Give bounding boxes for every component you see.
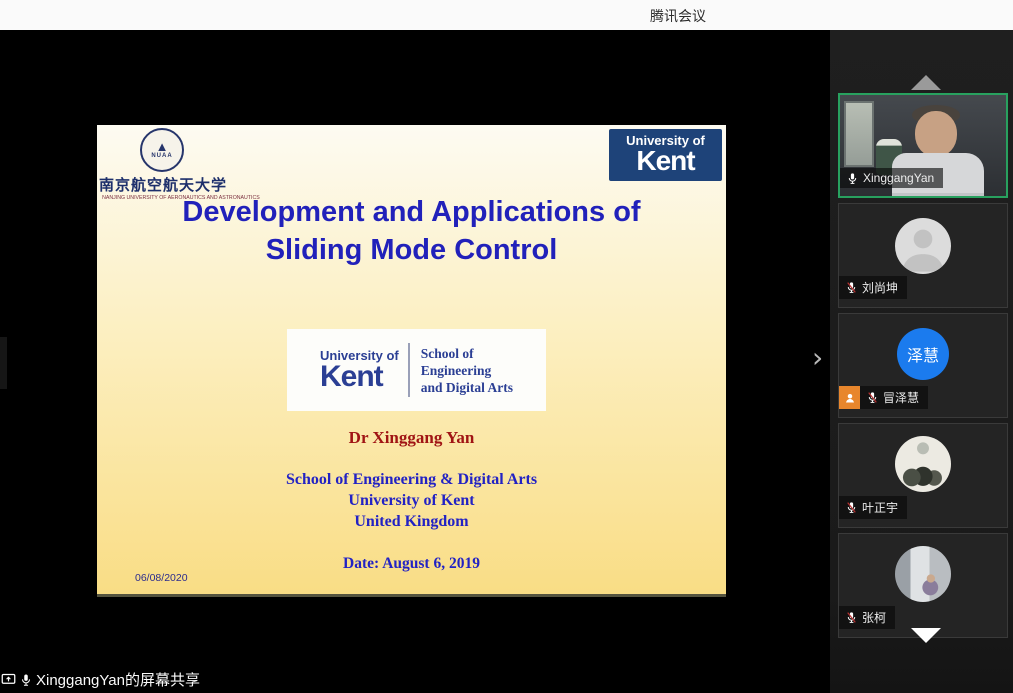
participant-name-tag: 冒泽慧	[839, 386, 928, 409]
nuaa-name-cn: 南京航空航天大学	[99, 174, 225, 195]
school-logo-university: University of Kent	[320, 349, 399, 391]
participant-name: 刘尚坤	[862, 279, 898, 296]
picture-avatar	[895, 546, 951, 602]
participant-tile-liushangkun[interactable]: 刘尚坤	[838, 203, 1008, 308]
sidebar-collapse-chevron-icon[interactable]: ›	[812, 344, 823, 372]
host-badge-person-icon	[839, 386, 860, 409]
app-title: 腾讯会议	[650, 6, 706, 26]
mic-muted-icon	[845, 501, 858, 514]
kent-logo-bottom: Kent	[609, 147, 722, 175]
affiliation-block: School of Engineering & Digital Arts Uni…	[97, 469, 726, 532]
slide-footer-date: 06/08/2020	[135, 572, 188, 584]
school-logo-uni-bottom: Kent	[320, 363, 399, 391]
kent-logo: University of Kent	[609, 129, 722, 181]
participant-name: 叶正宇	[862, 499, 898, 516]
slide-title-line1: Development and Applications of	[97, 193, 726, 231]
screen-share-icon	[1, 672, 16, 687]
meeting-top-bar[interactable]: 腾讯会议	[0, 0, 1013, 30]
affiliation-line2: University of Kent	[97, 490, 726, 511]
participant-name-tag: 张柯	[839, 606, 895, 629]
participants-sidebar: XinggangYan 刘尚坤 泽慧	[830, 30, 1013, 693]
school-line-2: Engineering	[421, 362, 513, 379]
picture-avatar	[895, 436, 951, 492]
slide-title: Development and Applications of Sliding …	[97, 193, 726, 269]
mic-muted-icon	[845, 611, 858, 624]
scroll-up-arrow-icon[interactable]	[911, 75, 941, 90]
presenter-name: Dr Xinggang Yan	[97, 428, 726, 448]
nuaa-seal-label: NUAA	[151, 153, 172, 159]
participant-tile-zhangke[interactable]: 张柯	[838, 533, 1008, 638]
participant-name: 张柯	[862, 609, 886, 626]
affiliation-line3: United Kingdom	[97, 511, 726, 532]
participant-name: XinggangYan	[863, 171, 934, 185]
slide-title-line2: Sliding Mode Control	[97, 231, 726, 269]
meeting-window: 腾讯会议 ▲ NUAA 南京航空航天大学 NANJING UNIVERSITY …	[0, 0, 1013, 693]
participant-tile-maozehui[interactable]: 泽慧 冒泽慧	[838, 313, 1008, 418]
participant-name-tag: 叶正宇	[839, 496, 907, 519]
mic-on-icon	[846, 172, 859, 185]
presentation-date: Date: August 6, 2019	[97, 555, 726, 573]
video-window-detail	[844, 101, 874, 167]
school-logo-divider	[408, 343, 410, 397]
participant-name-tag: 刘尚坤	[839, 276, 907, 299]
mic-muted-icon	[866, 391, 879, 404]
school-logo: University of Kent School of Engineering…	[287, 329, 546, 411]
presentation-slide: ▲ NUAA 南京航空航天大学 NANJING UNIVERSITY OF AE…	[97, 125, 726, 597]
initials-avatar: 泽慧	[897, 328, 949, 380]
participant-tile-yezhengyu[interactable]: 叶正宇	[838, 423, 1008, 528]
school-line-1: School of	[421, 345, 513, 362]
mic-status-icon	[19, 673, 33, 687]
participant-name: 冒泽慧	[883, 389, 919, 406]
share-status-text: XinggangYan的屏幕共享	[36, 669, 200, 690]
school-line-3: and Digital Arts	[421, 379, 513, 396]
affiliation-line1: School of Engineering & Digital Arts	[97, 469, 726, 490]
school-logo-school-name: School of Engineering and Digital Arts	[421, 345, 513, 396]
mic-muted-icon	[845, 281, 858, 294]
left-edge-panel-handle[interactable]	[0, 337, 7, 389]
participant-tile-xinggangyan[interactable]: XinggangYan	[838, 93, 1008, 198]
participant-name-tag: XinggangYan	[840, 168, 943, 188]
placeholder-avatar	[895, 218, 951, 274]
nuaa-seal-glyph: ▲	[156, 141, 169, 153]
video-person-head	[915, 111, 957, 157]
nuaa-seal-icon: ▲ NUAA	[140, 128, 184, 172]
scroll-down-arrow-icon[interactable]	[911, 628, 941, 643]
share-status-bar: XinggangYan的屏幕共享	[0, 669, 200, 690]
nuaa-logo: ▲ NUAA 南京航空航天大学 NANJING UNIVERSITY OF AE…	[99, 127, 225, 201]
